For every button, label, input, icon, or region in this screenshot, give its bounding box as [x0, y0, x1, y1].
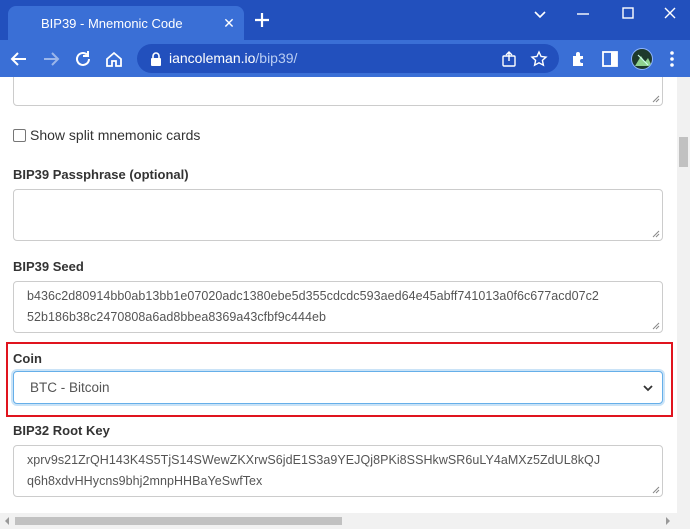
extensions-puzzle-icon[interactable]	[569, 49, 589, 69]
avatar-image-icon	[635, 54, 652, 66]
more-menu-icon[interactable]	[662, 49, 682, 69]
profile-avatar[interactable]	[631, 48, 653, 70]
bookmark-star-icon[interactable]	[530, 50, 548, 68]
forward-arrow-icon[interactable]	[40, 48, 62, 70]
seed-label: BIP39 Seed	[13, 259, 84, 274]
lock-icon[interactable]	[149, 51, 163, 67]
coin-select[interactable]: BTC - Bitcoin	[13, 371, 663, 404]
new-tab-icon[interactable]	[252, 10, 272, 30]
seed-text-line-1: b436c2d80914bb0ab13bb1e07020adc1380ebe5d…	[27, 289, 599, 303]
address-bar[interactable]: iancoleman.io/bip39/	[137, 44, 559, 73]
resize-grip-icon[interactable]	[651, 94, 660, 103]
horizontal-scrollbar[interactable]	[0, 513, 690, 529]
seed-text-line-2: 52b186b38c2470808a6ad8bbea8369a43cfbf9c4…	[27, 310, 327, 324]
split-cards-checkbox[interactable]	[13, 128, 26, 142]
tab-close-icon[interactable]: ✕	[220, 14, 238, 32]
split-cards-label: Show split mnemonic cards	[30, 127, 201, 143]
back-arrow-icon[interactable]	[8, 48, 30, 70]
resize-grip-icon[interactable]	[651, 321, 660, 330]
coin-selected-value: BTC - Bitcoin	[30, 380, 110, 395]
split-cards-row[interactable]: Show split mnemonic cards	[13, 127, 200, 143]
scroll-left-arrow-icon[interactable]	[2, 516, 12, 526]
page-content: Show split mnemonic cards BIP39 Passphra…	[0, 77, 677, 513]
side-panel-icon[interactable]	[600, 49, 620, 69]
browser-tab[interactable]: BIP39 - Mnemonic Code ✕	[8, 6, 244, 40]
root-key-text-line-1: xprv9s21ZrQH143K4S5TjS14SWewZKXrwS6jdE1S…	[27, 453, 601, 467]
browser-toolbar: iancoleman.io/bip39/	[0, 40, 690, 77]
minimize-icon[interactable]	[572, 4, 594, 24]
home-icon[interactable]	[103, 48, 125, 70]
mnemonic-textarea[interactable]	[13, 77, 663, 106]
url-path: /bip39/	[255, 50, 298, 66]
root-key-text-line-2: q6h8xdvHHycns9bhj2mnpHHBaYeSwfTex	[27, 474, 263, 488]
root-key-label: BIP32 Root Key	[13, 423, 110, 438]
reload-icon[interactable]	[72, 48, 94, 70]
url-host: iancoleman.io	[169, 50, 256, 66]
scroll-right-arrow-icon[interactable]	[663, 516, 673, 526]
coin-label: Coin	[13, 351, 42, 366]
url-text[interactable]: iancoleman.io/bip39/	[169, 50, 297, 66]
chevron-down-icon[interactable]	[642, 382, 654, 394]
passphrase-label: BIP39 Passphrase (optional)	[13, 167, 189, 182]
tab-title: BIP39 - Mnemonic Code	[41, 16, 183, 31]
vertical-scrollbar[interactable]	[677, 77, 690, 513]
close-window-icon[interactable]	[659, 4, 681, 24]
share-icon[interactable]	[500, 50, 518, 68]
tab-search-icon[interactable]	[529, 4, 551, 24]
resize-grip-icon[interactable]	[651, 485, 660, 494]
tab-strip: BIP39 - Mnemonic Code ✕	[0, 0, 690, 40]
horizontal-scroll-thumb[interactable]	[15, 517, 342, 525]
maximize-icon[interactable]	[617, 4, 639, 24]
resize-grip-icon[interactable]	[651, 229, 660, 238]
passphrase-textarea[interactable]	[13, 189, 663, 241]
vertical-scroll-thumb[interactable]	[679, 137, 688, 167]
